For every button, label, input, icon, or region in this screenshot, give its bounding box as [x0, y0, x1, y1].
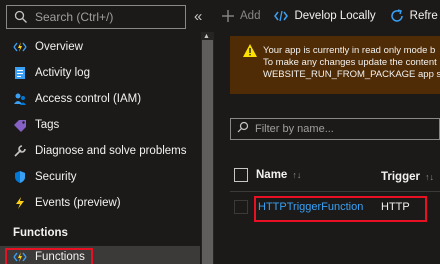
sidebar-scroll-thumb[interactable] — [202, 40, 213, 264]
search-icon — [14, 10, 28, 24]
refresh-button[interactable]: Refre — [390, 9, 438, 23]
filter-placeholder: Filter by name... — [255, 123, 334, 135]
sidebar-item-events[interactable]: Events (preview) — [0, 190, 200, 216]
sidebar-search-input[interactable]: Search (Ctrl+/) — [6, 5, 186, 29]
collapse-sidebar-button[interactable]: « — [194, 8, 202, 25]
scroll-up-arrow-icon[interactable]: ▲ — [203, 33, 210, 40]
sidebar-item-label: Access control (IAM) — [35, 93, 142, 105]
sidebar-item-activity-log[interactable]: Activity log — [0, 60, 200, 86]
sidebar-menu: Overview Activity log Access control (IA… — [0, 34, 200, 216]
sidebar-item-label: Tags — [35, 119, 60, 131]
sidebar-item-label: Activity log — [35, 67, 90, 79]
sidebar-item-label: Diagnose and solve problems — [35, 145, 187, 157]
sidebar-item-security[interactable]: Security — [0, 164, 200, 190]
sidebar-item-tags[interactable]: Tags — [0, 112, 200, 138]
sidebar-item-label: Overview — [35, 41, 83, 53]
develop-locally-label: Develop Locally — [294, 10, 376, 22]
filter-search-icon — [237, 120, 249, 138]
refresh-label: Refre — [409, 10, 438, 22]
warning-line-2: To make any changes update the content — [263, 57, 437, 68]
warning-text: Your app is currently in read only mode … — [263, 45, 440, 81]
activity-log-icon — [13, 66, 27, 80]
select-all-checkbox[interactable] — [234, 168, 248, 182]
develop-locally-button[interactable]: Develop Locally — [274, 10, 376, 22]
add-label: Add — [240, 10, 261, 22]
filter-by-name-input[interactable]: Filter by name... — [230, 118, 440, 140]
people-icon — [13, 92, 27, 106]
sidebar: Search (Ctrl+/) « Overview Activity log … — [0, 0, 202, 264]
search-placeholder: Search (Ctrl+/) — [35, 10, 114, 24]
sort-icon: ↑↓ — [292, 170, 302, 180]
code-icon — [274, 10, 289, 22]
command-toolbar: Add Develop Locally Refre — [222, 0, 440, 32]
refresh-icon — [390, 9, 404, 23]
sidebar-item-label: Events (preview) — [35, 197, 121, 209]
column-trigger-label: Trigger — [381, 171, 420, 183]
wrench-icon — [13, 144, 27, 158]
highlight-box-function-row — [254, 196, 427, 222]
plus-icon — [222, 10, 234, 22]
column-name-label: Name — [256, 169, 288, 181]
sidebar-item-overview[interactable]: Overview — [0, 34, 200, 60]
sidebar-item-access-control[interactable]: Access control (IAM) — [0, 86, 200, 112]
sidebar-item-label: Security — [35, 171, 77, 183]
warning-line-3: WEBSITE_RUN_FROM_PACKAGE app setti — [263, 69, 440, 80]
lightning-icon — [13, 196, 27, 210]
read-only-warning-banner: Your app is currently in read only mode … — [230, 36, 440, 94]
function-bolt-icon — [13, 40, 27, 54]
column-header-trigger[interactable]: Trigger ↑↓ — [381, 171, 434, 183]
warning-line-1: Your app is currently in read only mode … — [263, 45, 436, 56]
sort-icon: ↑↓ — [424, 172, 434, 182]
tag-icon — [13, 118, 27, 132]
table-header-divider — [230, 191, 440, 192]
column-header-name[interactable]: Name ↑↓ — [234, 168, 301, 182]
section-title-functions: Functions — [13, 227, 68, 239]
highlight-box-functions — [5, 248, 93, 264]
sidebar-item-diagnose[interactable]: Diagnose and solve problems — [0, 138, 200, 164]
row-checkbox[interactable] — [234, 200, 248, 214]
add-button[interactable]: Add — [222, 10, 260, 22]
shield-icon — [13, 170, 27, 184]
warning-icon — [243, 44, 257, 62]
